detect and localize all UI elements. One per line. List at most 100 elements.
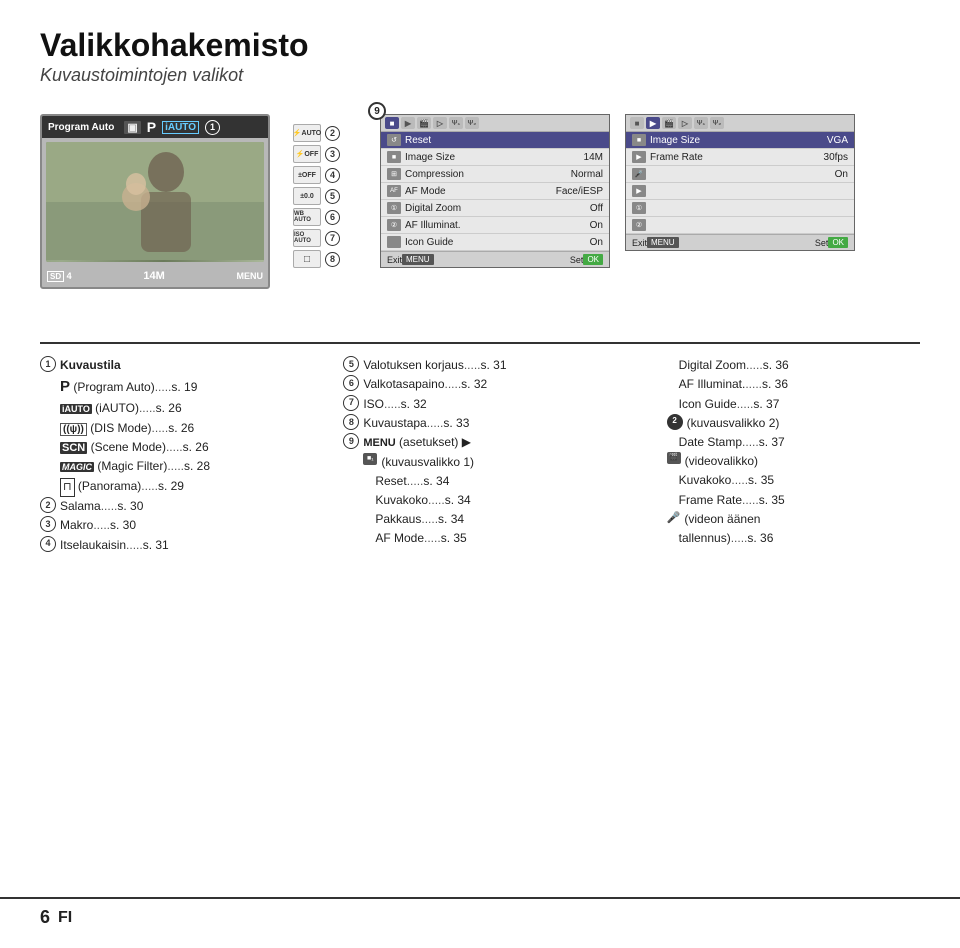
camera-image-area: [46, 142, 264, 262]
num-6-circle: 6: [343, 375, 359, 391]
menu-afmode-label: AF Mode: [405, 186, 552, 197]
side-icons: ⚡AUTO 2 ⚡OFF 3 ±OFF 4 ±0.0 5 WB AUTO 6 I…: [293, 124, 340, 268]
menu-row-compression[interactable]: ⊞ Compression Normal: [381, 166, 609, 183]
valotus-text: Valotuksen korjaus.....s. 31: [363, 356, 506, 375]
item-afmode-ref: AF Mode.....s. 35: [343, 529, 616, 548]
iso-icon-box: ISO AUTO: [293, 229, 321, 247]
item-iconguide-ref: Icon Guide.....s. 37: [647, 395, 920, 414]
badge-3: 3: [325, 147, 340, 162]
tab-r-f1[interactable]: Ψ₁: [694, 117, 708, 129]
menu-button-right[interactable]: MENU: [647, 237, 679, 248]
item-afillum-ref: AF Illuminat......s. 36: [647, 375, 920, 394]
ok-button-right[interactable]: OK: [828, 237, 848, 248]
framerate-label: Frame Rate: [650, 152, 820, 163]
menu-row-r4[interactable]: ▶: [626, 183, 854, 200]
flash-off-icon-box: ⚡OFF: [293, 145, 321, 163]
digitalzoom-ref-text: Digital Zoom.....s. 36: [679, 356, 789, 375]
compression-icon: ⊞: [387, 168, 401, 180]
content-area: 1 Kuvaustila P (Program Auto).....s. 19 …: [0, 344, 960, 635]
side-icon-drive: □ 8: [293, 250, 340, 268]
item-scene: SCN (Scene Mode).....s. 26: [40, 438, 313, 458]
menu-row-framerate[interactable]: ▶ Frame Rate 30fps: [626, 149, 854, 166]
num-4-circle: 4: [40, 536, 56, 552]
tab-r-vid[interactable]: 🎬: [662, 117, 676, 129]
tab-r-cam2[interactable]: ▶: [646, 117, 660, 129]
tab-play[interactable]: ▷: [433, 117, 447, 129]
side-icon-iso: ISO AUTO 7: [293, 229, 340, 247]
item-kuvaval2: 2 (kuvausvalikko 2): [647, 414, 920, 433]
tab-r-cam1[interactable]: ■: [630, 117, 644, 129]
menu-row-r-imagesize[interactable]: ■ Image Size VGA: [626, 132, 854, 149]
tab-cam2[interactable]: ▶: [401, 117, 415, 129]
tab-cam1-active[interactable]: ■: [385, 117, 399, 129]
badge-1: 1: [205, 120, 220, 135]
badge-6: 6: [325, 210, 340, 225]
menu-afillum-label: AF Illuminat.: [405, 220, 586, 231]
r5-icon: ①: [632, 202, 646, 214]
r-imagesize-icon: ■: [632, 134, 646, 146]
tab-vid[interactable]: 🎬: [417, 117, 431, 129]
menu-row-digitalzoom[interactable]: ① Digital Zoom Off: [381, 200, 609, 217]
audio-rec-icon: 🎤: [667, 510, 681, 528]
badge-7: 7: [325, 231, 340, 246]
menu-panel-right: ■ ▶ 🎬 ▷ Ψ₁ Ψ₂ ■ Image Size VGA ▶ Frame R…: [625, 114, 855, 251]
menu-row-r5[interactable]: ①: [626, 200, 854, 217]
camera-top-bar: Program Auto ▣ P iAUTO 1: [42, 116, 268, 138]
tab-r-f2[interactable]: Ψ₂: [710, 117, 724, 129]
menu-row-afmode[interactable]: AF AF Mode Face/iESP: [381, 183, 609, 200]
item-kuvakoko-vid: Kuvakoko.....s. 35: [647, 471, 920, 490]
camera-icon: ▣: [124, 121, 140, 134]
audio-rec-text: (videon äänen: [684, 510, 760, 529]
tab-f1[interactable]: Ψ₁: [449, 117, 463, 129]
menu-footer-right: Exit MENU Set OK: [626, 234, 854, 250]
videoval-icon: 🎬: [667, 452, 681, 464]
item-magic: MAGIC (Magic Filter).....s. 28: [40, 457, 313, 476]
menu-row-audio[interactable]: 🎤 On: [626, 166, 854, 183]
menu-row-afillum[interactable]: ② AF Illuminat. On: [381, 217, 609, 234]
menu-reset-label: Reset: [405, 135, 599, 146]
exit-label-left: Exit: [387, 255, 402, 265]
item-iauto: iAUTO (iAUTO).....s. 26: [40, 399, 313, 418]
menu-row-reset[interactable]: ↺ Reset: [381, 132, 609, 149]
side-icon-flash-off: ⚡OFF 3: [293, 145, 340, 163]
menu-tabs-right: ■ ▶ 🎬 ▷ Ψ₁ Ψ₂: [626, 115, 854, 132]
kuvaval1-icon: ■₁: [363, 453, 377, 465]
p-bold: P (Program Auto).....s. 19: [60, 375, 197, 399]
item-kuvaustila-heading: 1 Kuvaustila: [40, 356, 313, 375]
menu-button-left[interactable]: MENU: [402, 254, 434, 265]
menu-row-iconguide[interactable]: Icon Guide On: [381, 234, 609, 251]
menu-panel-left: ■ ▶ 🎬 ▷ Ψ₁ Ψ₂ ↺ Reset ■ Image Size 14M: [380, 114, 610, 268]
set-label-left: Set: [570, 255, 584, 265]
kuvaval1-text: (kuvausvalikko 1): [381, 453, 474, 472]
item-kuvakoko: Kuvakoko.....s. 34: [343, 491, 616, 510]
kuvakoko-text: Kuvakoko.....s. 34: [375, 491, 470, 510]
afillum-icon: ②: [387, 219, 401, 231]
menu-row-r6[interactable]: ②: [626, 217, 854, 234]
item-iso: 7 ISO.....s. 32: [343, 395, 616, 414]
side-icon-macro: ±OFF 4: [293, 166, 340, 184]
item-digitalzoom-ref: Digital Zoom.....s. 36: [647, 356, 920, 375]
program-auto-label: Program Auto: [48, 122, 114, 133]
diagram-area: Program Auto ▣ P iAUTO 1: [0, 96, 960, 334]
content-col2: 5 Valotuksen korjaus.....s. 31 6 Valkota…: [343, 356, 616, 555]
magic-text: MAGIC (Magic Filter).....s. 28: [60, 457, 210, 476]
item-datestamp: Date Stamp.....s. 37: [647, 433, 920, 452]
menu-tabs-left: ■ ▶ 🎬 ▷ Ψ₁ Ψ₂: [381, 115, 609, 132]
r-imagesize-value: VGA: [827, 135, 848, 146]
menu-compression-value: Normal: [571, 169, 603, 180]
tab-r-play[interactable]: ▷: [678, 117, 692, 129]
iauto-label: iAUTO: [162, 121, 199, 134]
reset-text: Reset.....s. 34: [375, 472, 449, 491]
num-2-filled-circle: 2: [667, 414, 683, 430]
page-subtitle: Kuvaustoimintojen valikot: [40, 65, 920, 86]
r6-icon: ②: [632, 219, 646, 231]
side-icon-wb: WB AUTO 6: [293, 208, 340, 226]
ok-button-left[interactable]: OK: [583, 254, 603, 265]
camera-size: 14M: [143, 270, 164, 282]
item-valkotasapaino: 6 Valkotasapaino.....s. 32: [343, 375, 616, 394]
set-label-right: Set: [815, 238, 829, 248]
menu-asetukset-text: MENU (asetukset) ▶: [363, 433, 471, 453]
item-framerate-ref: Frame Rate.....s. 35: [647, 491, 920, 510]
menu-row-imagesize[interactable]: ■ Image Size 14M: [381, 149, 609, 166]
tab-f2[interactable]: Ψ₂: [465, 117, 479, 129]
